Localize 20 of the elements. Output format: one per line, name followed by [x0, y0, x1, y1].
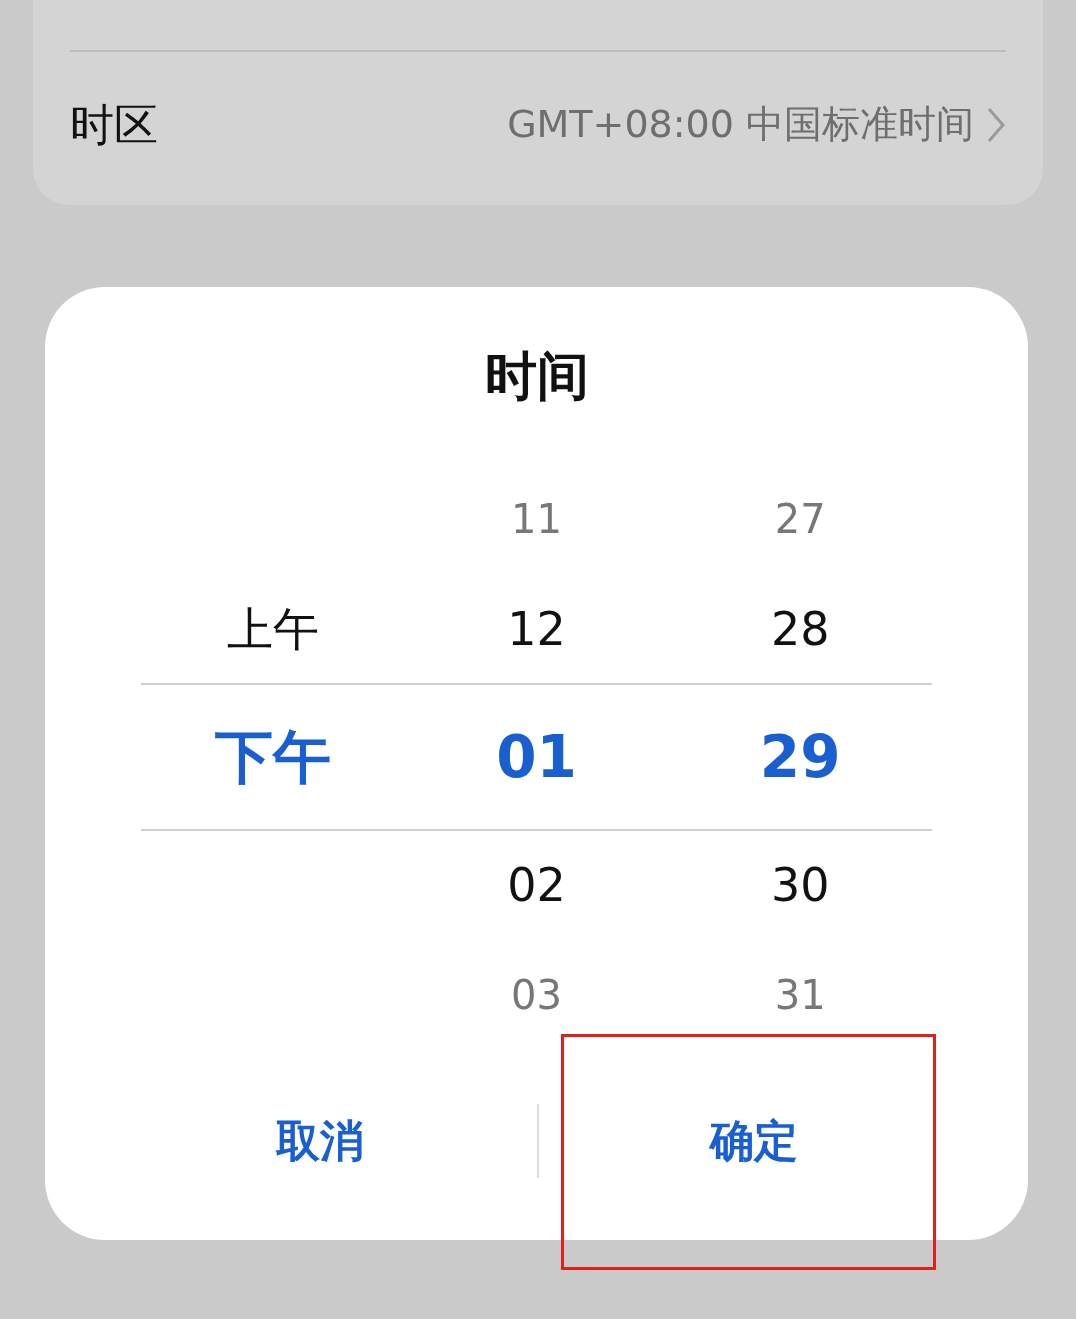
picker-option[interactable]: 02: [507, 862, 566, 908]
row-value: GMT+08:00 中国标准时间: [507, 101, 974, 148]
picker-option[interactable]: 29: [759, 728, 841, 786]
row-label: 时区: [70, 97, 158, 152]
picker-option[interactable]: 12: [507, 606, 566, 652]
dialog-button[interactable]: 确定: [538, 1086, 970, 1196]
picker-option[interactable]: 11: [511, 499, 562, 539]
picker-option[interactable]: 上午: [226, 606, 319, 652]
picker-option[interactable]: 下午: [214, 728, 331, 786]
picker-option[interactable]: 28: [770, 606, 830, 652]
picker-option[interactable]: 01: [496, 728, 577, 786]
time-picker[interactable]: 上午 下午 11 12 01 02 03 27 28 29 30 31: [141, 464, 932, 1050]
dialog-button[interactable]: 取消: [103, 1086, 537, 1196]
picker-option[interactable]: 27: [774, 499, 826, 539]
dialog-title: 时间: [484, 344, 589, 408]
chevron-right-icon: [986, 105, 1006, 144]
picker-option[interactable]: 30: [770, 862, 830, 908]
picker-option[interactable]: 31: [774, 975, 826, 1015]
picker-option[interactable]: 03: [511, 975, 562, 1015]
timezone-row[interactable]: 时区 GMT+08:00 中国标准时间: [70, 50, 1006, 197]
